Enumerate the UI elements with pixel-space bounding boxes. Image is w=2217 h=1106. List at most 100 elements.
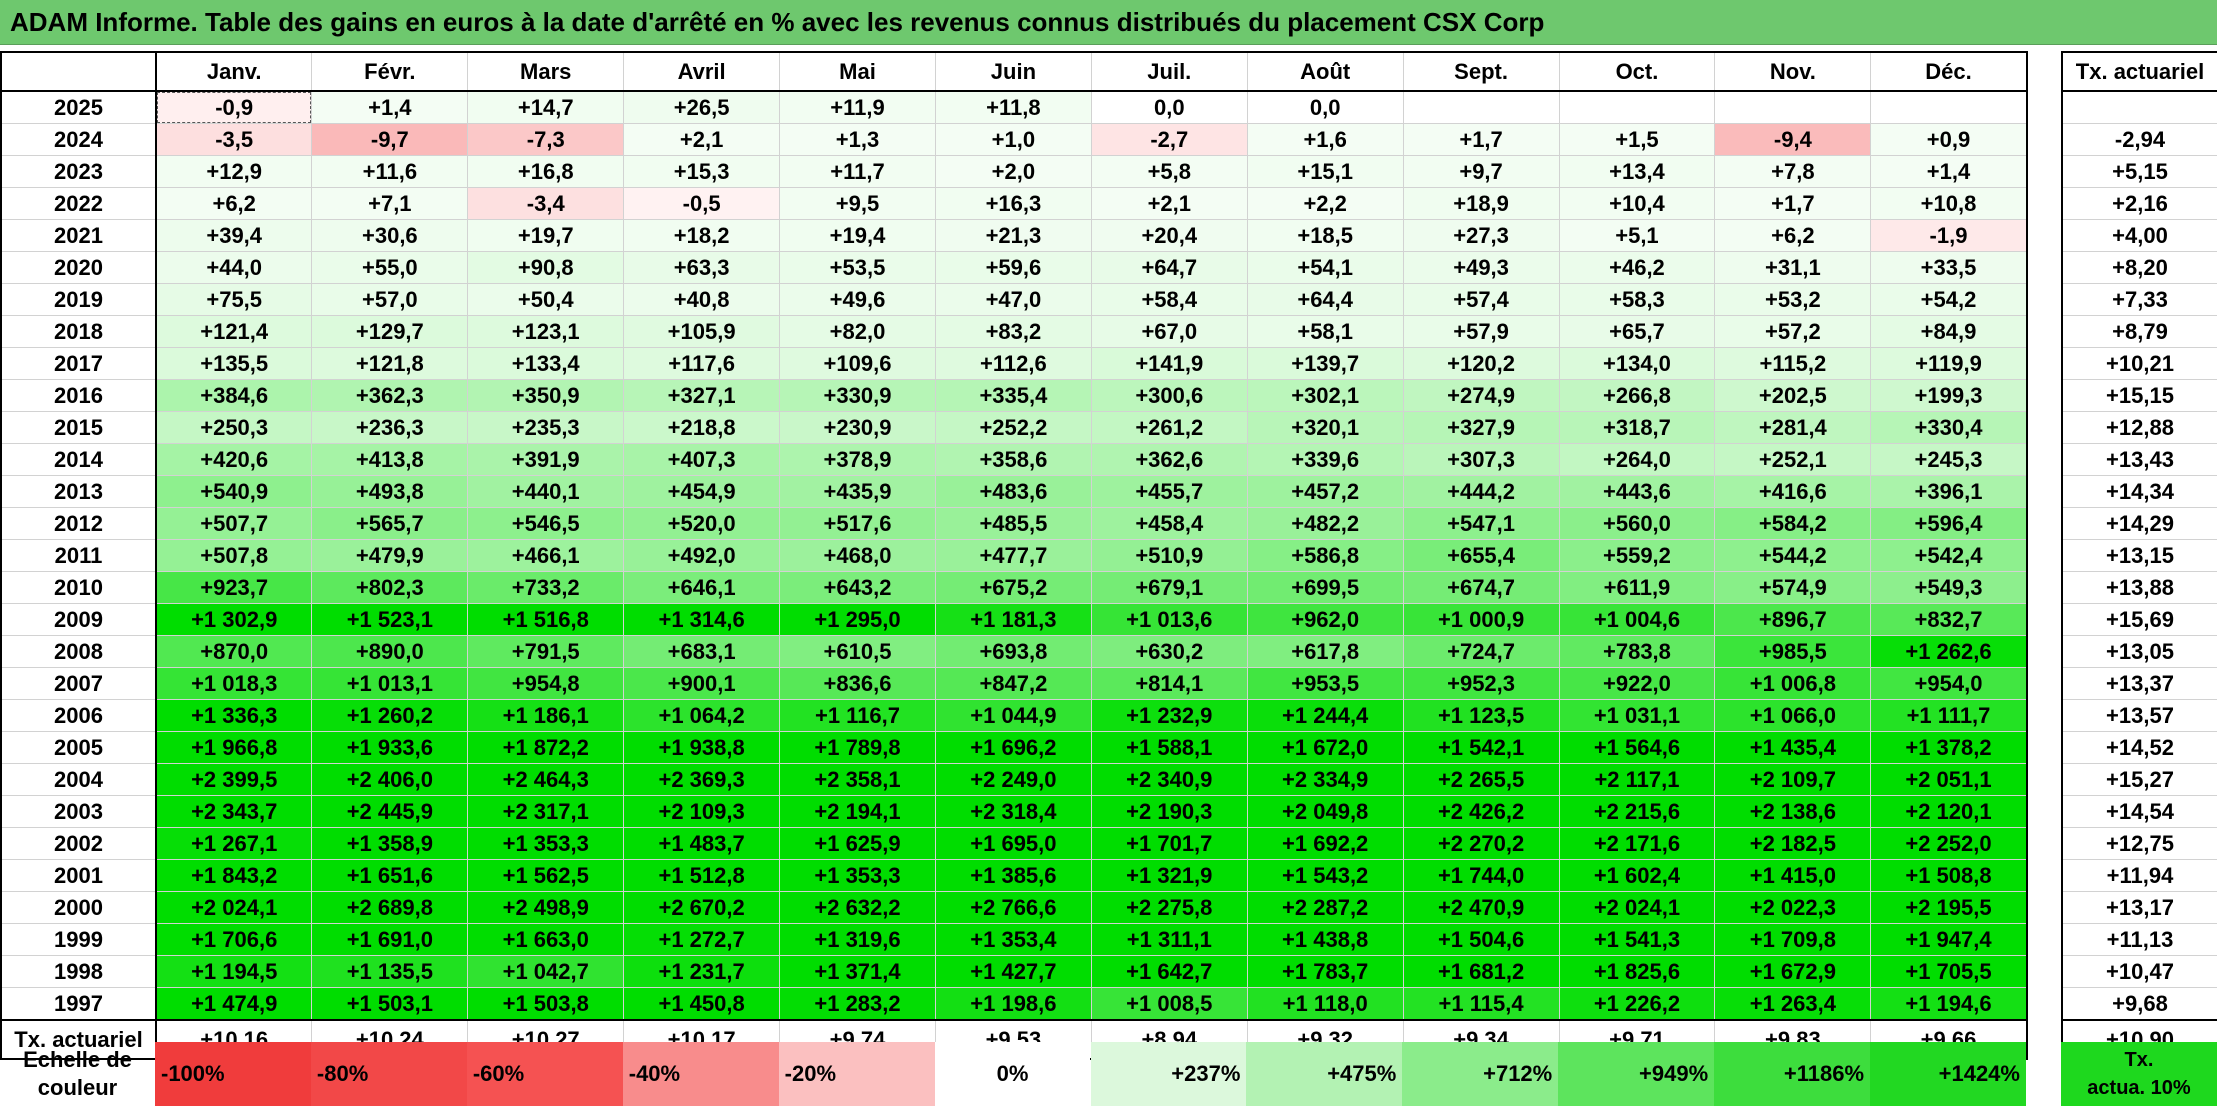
gain-cell: +466,1	[467, 539, 625, 572]
gain-cell: +18,9	[1403, 187, 1560, 220]
gain-cell: +2 445,9	[311, 795, 469, 828]
color-scale-swatch: +1424%	[1870, 1042, 2026, 1106]
rate-scale-line1: Tx.	[2124, 1049, 2154, 1071]
gain-cell: +105,9	[623, 315, 781, 348]
gain-cell: +362,6	[1091, 443, 1248, 476]
color-scale-swatch: -100%	[155, 1042, 311, 1106]
color-scale-swatch: -20%	[778, 1042, 935, 1106]
title-bar: ADAM Informe. Table des gains en euros à…	[0, 0, 2217, 45]
gain-cell: +0,9	[1870, 123, 2028, 156]
gain-cell: +339,6	[1247, 443, 1404, 476]
gain-cell: +49,6	[779, 283, 936, 316]
month-header: Mars	[467, 52, 625, 92]
gain-cell: +46,2	[1559, 251, 1716, 284]
gain-cell: +1 602,4	[1559, 859, 1716, 892]
gain-cell: +492,0	[623, 539, 781, 572]
gain-cell: +14,7	[467, 91, 625, 124]
gain-cell: +1 872,2	[467, 731, 625, 764]
rate-cell: +14,34	[2062, 475, 2217, 508]
gain-cell: +1 542,1	[1403, 731, 1560, 764]
gain-cell: +2 051,1	[1870, 763, 2028, 796]
gain-cell: +19,7	[467, 219, 625, 252]
rate-scale-line2: actua. 10%	[2087, 1077, 2191, 1099]
gain-cell: +1 004,6	[1559, 603, 1716, 636]
gain-cell: +674,7	[1403, 571, 1560, 604]
gain-cell: +218,8	[623, 411, 781, 444]
gain-cell: +1 564,6	[1559, 731, 1716, 764]
month-header: Déc.	[1870, 52, 2028, 92]
rate-row: +13,43	[2062, 443, 2217, 476]
gain-cell: +1 295,0	[779, 603, 936, 636]
gain-cell: +330,4	[1870, 411, 2028, 444]
gain-cell: +53,2	[1714, 283, 1872, 316]
gain-cell: +2 215,6	[1559, 795, 1716, 828]
gain-cell: +49,3	[1403, 251, 1560, 284]
gain-cell: +135,5	[156, 347, 313, 380]
gain-cell: +235,3	[467, 411, 625, 444]
gain-cell: +2 369,3	[623, 763, 781, 796]
gain-cell: +435,9	[779, 475, 936, 508]
gain-cell: +1 135,5	[311, 955, 469, 988]
gain-cell: +1 116,7	[779, 699, 936, 732]
gain-cell: +2 766,6	[935, 891, 1092, 924]
gain-cell: +954,8	[467, 667, 625, 700]
gain-cell: +1 503,8	[467, 987, 625, 1021]
rate-row: +15,69	[2062, 603, 2217, 636]
year-label: 2007	[1, 667, 157, 700]
gain-cell: +67,0	[1091, 315, 1248, 348]
gain-cell: -1,9	[1870, 219, 2028, 252]
rate-cell: +14,54	[2062, 795, 2217, 828]
gain-cell: -0,5	[623, 187, 781, 220]
gain-cell: +39,4	[156, 219, 313, 252]
gain-cell: +455,7	[1091, 475, 1248, 508]
gain-cell	[1559, 91, 1716, 124]
gain-cell: +335,4	[935, 379, 1092, 412]
gain-cell: +2 406,0	[311, 763, 469, 796]
rate-cell: +15,69	[2062, 603, 2217, 636]
gain-cell: +2 343,7	[156, 795, 313, 828]
year-label: 2024	[1, 123, 157, 156]
gain-cell: +2 358,1	[779, 763, 936, 796]
table-row: 1998 +1 194,5 +1 135,5 +1 042,7 +1 231,7 +1 3…	[1, 955, 2028, 988]
gain-cell: +953,5	[1247, 667, 1404, 700]
gain-cell: +59,6	[935, 251, 1092, 284]
gain-cell: +1 231,7	[623, 955, 781, 988]
gain-cell: +64,7	[1091, 251, 1248, 284]
table-row: 2015 +250,3 +236,3 +235,3 +218,8 +230,9 +252,2…	[1, 411, 2028, 444]
gain-cell: +699,5	[1247, 571, 1404, 604]
gain-cell: +1 625,9	[779, 827, 936, 860]
gain-cell: +266,8	[1559, 379, 1716, 412]
gain-cell: +57,0	[311, 283, 469, 316]
gain-cell: +50,4	[467, 283, 625, 316]
rate-cell: +12,75	[2062, 827, 2217, 860]
gain-cell: +47,0	[935, 283, 1092, 316]
rate-row: +7,33	[2062, 283, 2217, 316]
gain-cell: +547,1	[1403, 507, 1560, 540]
rate-row: +14,29	[2062, 507, 2217, 540]
gain-cell: +1 783,7	[1247, 955, 1404, 988]
gain-cell: +1 006,8	[1714, 667, 1872, 700]
rate-cell: +8,20	[2062, 251, 2217, 284]
gain-cell: +1 260,2	[311, 699, 469, 732]
gain-cell: +53,5	[779, 251, 936, 284]
gain-cell: +15,1	[1247, 155, 1404, 188]
gain-cell: +307,3	[1403, 443, 1560, 476]
color-scale-swatch: -60%	[466, 1042, 623, 1106]
gain-cell: +2 265,5	[1403, 763, 1560, 796]
gain-cell: +75,5	[156, 283, 313, 316]
gain-cell	[1870, 91, 2028, 124]
gain-cell: +2 195,5	[1870, 891, 2028, 924]
color-scale-swatch: +475%	[1246, 1042, 1403, 1106]
gain-cell: +250,3	[156, 411, 313, 444]
rate-cell: +10,47	[2062, 955, 2217, 988]
year-label: 2009	[1, 603, 157, 636]
gain-cell: +458,4	[1091, 507, 1248, 540]
gain-cell: 0,0	[1091, 91, 1248, 124]
gain-cell: +493,8	[311, 475, 469, 508]
gain-cell: +20,4	[1091, 219, 1248, 252]
gain-cell: +485,5	[935, 507, 1092, 540]
gain-cell: +477,7	[935, 539, 1092, 572]
gain-cell: +1 642,7	[1091, 955, 1248, 988]
gain-cell: +510,9	[1091, 539, 1248, 572]
table-row: 1997 +1 474,9 +1 503,1 +1 503,8 +1 450,8 +1 2…	[1, 987, 2028, 1021]
